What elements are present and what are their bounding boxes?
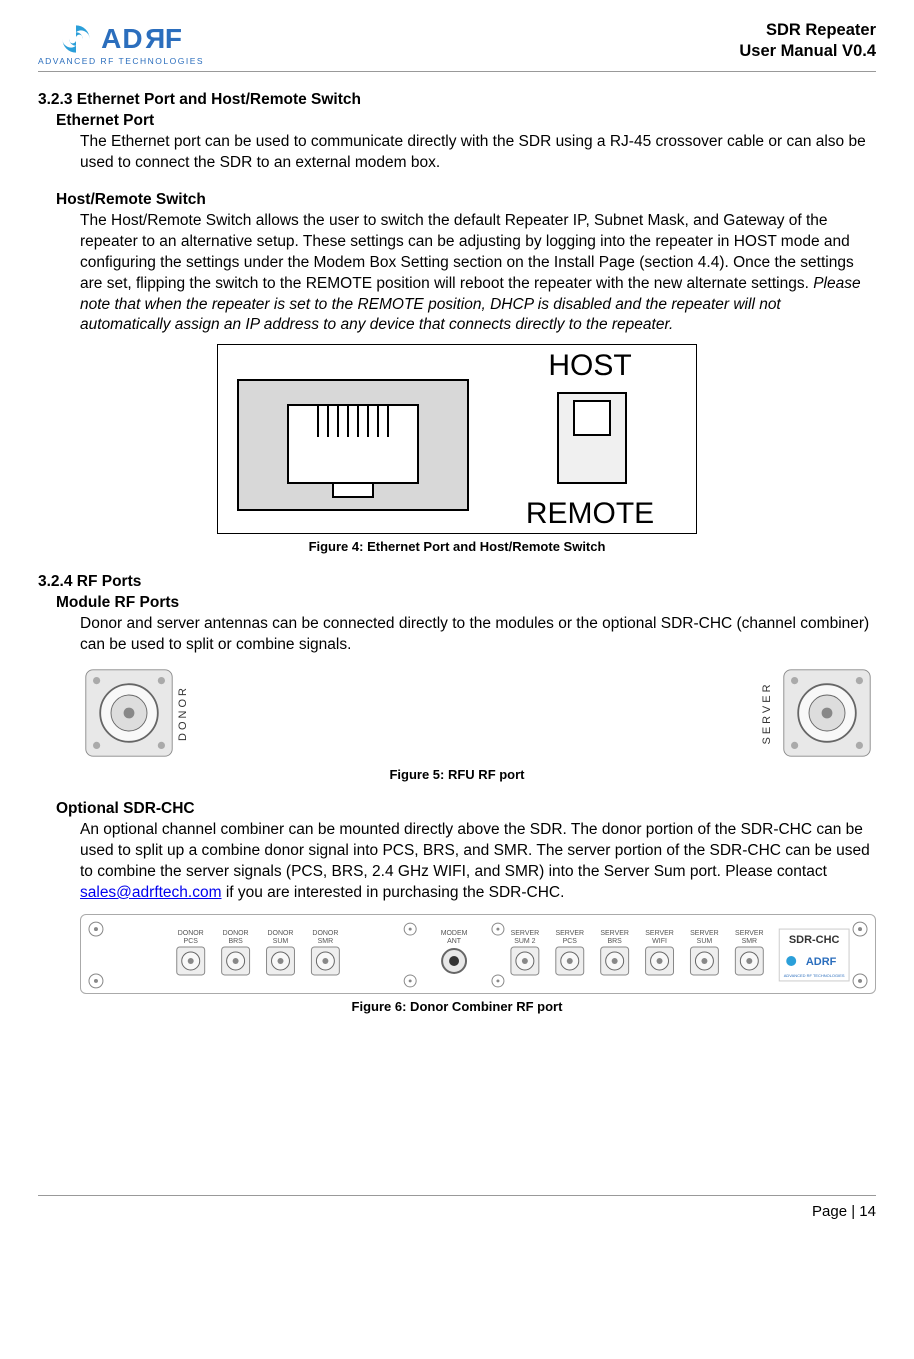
server-label: SERVER (761, 681, 773, 744)
figure-5-image: DONOR SERVER (80, 668, 876, 758)
svg-text:MODEM: MODEM (441, 930, 468, 937)
figure-6-caption: Figure 6: Donor Combiner RF port (38, 998, 876, 1016)
svg-text:SERVER: SERVER (735, 930, 764, 937)
logo-swirl-icon (59, 22, 93, 56)
section-3-2-4-title: 3.2.4 RF Ports (38, 572, 876, 593)
figure-6-image: DONOR PCS DONOR BRS DONOR SUM DONOR SMR (80, 914, 876, 994)
sub-sdr-chc-body: An optional channel combiner can be moun… (80, 820, 874, 904)
section-3-2-3-title: 3.2.3 Ethernet Port and Host/Remote Swit… (38, 90, 876, 111)
sub-host-remote-body-a: The Host/Remote Switch allows the user t… (80, 212, 854, 292)
svg-text:ADVANCED RF TECHNOLOGIES: ADVANCED RF TECHNOLOGIES (784, 973, 845, 978)
svg-text:SDR-CHC: SDR-CHC (789, 934, 840, 946)
port-group-left: DONOR PCS DONOR BRS DONOR SUM DONOR SMR (177, 930, 340, 975)
server-label-icon: SERVER (758, 668, 782, 758)
sub-ethernet-port-body: The Ethernet port can be used to communi… (80, 132, 874, 174)
logo-subtext: ADVANCED RF TECHNOLOGIES (38, 56, 204, 67)
svg-text:ADRF: ADRF (806, 956, 837, 968)
fig4-host-label: HOST (548, 349, 631, 382)
donor-label: DONOR (177, 685, 189, 741)
sub-host-remote-body: The Host/Remote Switch allows the user t… (80, 211, 874, 337)
svg-text:SUM: SUM (273, 938, 289, 945)
svg-text:BRS: BRS (607, 938, 622, 945)
svg-text:WIFI: WIFI (652, 938, 667, 945)
donor-port-icon (84, 668, 174, 758)
logo-text: ADRF (101, 20, 183, 58)
page-footer: Page | 14 (38, 1195, 876, 1222)
server-port-icon (782, 668, 872, 758)
fig4-remote-label: REMOTE (526, 497, 654, 530)
sdr-chc-body-a: An optional channel combiner can be moun… (80, 821, 870, 880)
figure-4-image: HOST REMOTE (217, 344, 697, 534)
figure-5-caption: Figure 5: RFU RF port (38, 766, 876, 784)
svg-text:PCS: PCS (184, 938, 199, 945)
sub-ethernet-port-head: Ethernet Port (56, 111, 876, 132)
svg-text:PCS: PCS (563, 938, 578, 945)
svg-text:SERVER: SERVER (645, 930, 674, 937)
svg-text:SUM: SUM (697, 938, 713, 945)
svg-text:SMR: SMR (318, 938, 333, 945)
doc-title-line2: User Manual V0.4 (739, 41, 876, 62)
svg-text:ANT: ANT (447, 938, 462, 945)
svg-text:SUM 2: SUM 2 (514, 938, 535, 945)
svg-text:SERVER: SERVER (690, 930, 719, 937)
port-group-right: SERVER SUM 2 SERVER PCS SERVER BRS SERVE… (511, 930, 764, 975)
sdr-chc-body-b: if you are interested in purchasing the … (222, 884, 565, 901)
sub-module-rf-body: Donor and server antennas can be connect… (80, 614, 874, 656)
svg-text:DONOR: DONOR (312, 930, 338, 937)
svg-text:SERVER: SERVER (600, 930, 629, 937)
logo: ADRF ADVANCED RF TECHNOLOGIES (38, 20, 204, 67)
sub-host-remote-head: Host/Remote Switch (56, 190, 876, 211)
svg-text:SMR: SMR (742, 938, 758, 945)
figure-4: HOST REMOTE Figure 4: Ethernet Port and … (38, 344, 876, 556)
svg-text:SERVER: SERVER (511, 930, 540, 937)
svg-text:BRS: BRS (228, 938, 243, 945)
header-doc-title: SDR Repeater User Manual V0.4 (739, 20, 876, 63)
svg-text:DONOR: DONOR (223, 930, 249, 937)
svg-text:DONOR: DONOR (268, 930, 294, 937)
sub-module-rf-head: Module RF Ports (56, 593, 876, 614)
donor-label-icon: DONOR (174, 668, 198, 758)
page-header: ADRF ADVANCED RF TECHNOLOGIES SDR Repeat… (38, 20, 876, 72)
figure-4-caption: Figure 4: Ethernet Port and Host/Remote … (309, 538, 606, 556)
sub-sdr-chc-head: Optional SDR-CHC (56, 799, 876, 820)
svg-text:DONOR: DONOR (178, 930, 204, 937)
sales-email-link[interactable]: sales@adrftech.com (80, 884, 222, 901)
svg-text:SERVER: SERVER (555, 930, 584, 937)
page-number: Page | 14 (812, 1203, 876, 1220)
doc-title-line1: SDR Repeater (739, 20, 876, 41)
